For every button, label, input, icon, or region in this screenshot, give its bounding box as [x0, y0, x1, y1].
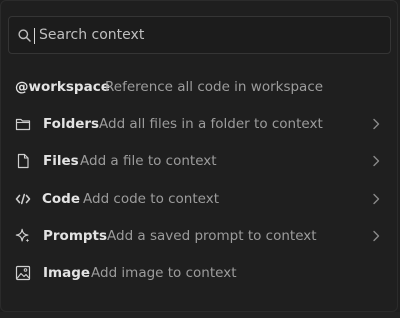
menu-item-name: Prompts — [43, 228, 108, 244]
chevron-right-icon — [371, 230, 381, 242]
bottom-edge — [0, 312, 400, 318]
menu-item-description: Add code to context — [83, 191, 220, 207]
file-icon — [15, 153, 31, 169]
menu-item-folders[interactable]: Folders Add all files in a folder to con… — [1, 107, 399, 141]
search-box[interactable] — [8, 16, 391, 54]
menu-item-code[interactable]: Code Add code to context — [1, 182, 399, 216]
menu-item-description: Add all files in a folder to context — [99, 116, 323, 132]
menu-item-description: Add a saved prompt to context — [107, 228, 317, 244]
sparkle-icon — [15, 228, 31, 244]
text-cursor — [34, 28, 35, 44]
image-icon — [15, 265, 31, 281]
chevron-right-icon — [371, 118, 381, 130]
chevron-right-icon — [371, 155, 381, 167]
menu-item-prompts[interactable]: Prompts Add a saved prompt to context — [1, 219, 399, 253]
menu-item-image[interactable]: Image Add image to context — [1, 256, 399, 290]
menu-item-name: @workspace — [15, 79, 110, 95]
menu-item-name: Code — [42, 191, 81, 207]
menu-item-workspace[interactable]: @workspace Reference all code in workspa… — [1, 70, 399, 104]
menu-item-name: Image — [43, 265, 91, 281]
search-icon — [18, 29, 31, 42]
code-icon — [15, 191, 31, 207]
menu-item-description: Add a file to context — [80, 153, 217, 169]
folder-icon — [15, 116, 31, 132]
context-picker-panel: @workspace Reference all code in workspa… — [0, 0, 398, 312]
menu-item-name: Files — [43, 153, 79, 169]
menu-item-description: Add image to context — [91, 265, 237, 281]
menu-item-description: Reference all code in workspace — [105, 79, 324, 95]
chevron-right-icon — [371, 193, 381, 205]
search-input[interactable] — [39, 17, 379, 53]
menu-item-name: Folders — [43, 116, 100, 132]
menu-item-files[interactable]: Files Add a file to context — [1, 144, 399, 178]
